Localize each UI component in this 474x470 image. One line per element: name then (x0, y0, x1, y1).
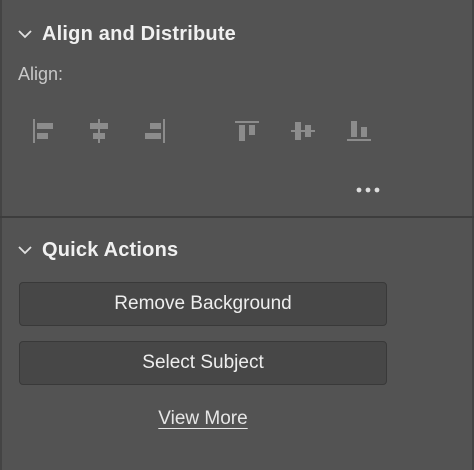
more-options-icon[interactable] (350, 178, 386, 202)
select-subject-button[interactable]: Select Subject (19, 341, 387, 385)
align-right-edges-icon[interactable] (138, 114, 172, 148)
quick-actions-title: Quick Actions (42, 238, 179, 261)
align-distribute-header[interactable]: Align and Distribute (14, 19, 236, 49)
align-top-edges-icon[interactable] (230, 114, 264, 148)
panel-left-border (0, 0, 2, 470)
align-vertical-centers-icon[interactable] (286, 114, 320, 148)
align-label: Align: (18, 64, 64, 84)
view-more-link[interactable]: View More (0, 408, 406, 430)
chevron-down-icon[interactable] (14, 239, 36, 261)
remove-background-button[interactable]: Remove Background (19, 282, 387, 326)
properties-panel: Align and Distribute Align: Quick Action… (0, 0, 474, 470)
align-horizontal-centers-icon[interactable] (82, 114, 116, 148)
align-distribute-title: Align and Distribute (42, 22, 236, 45)
align-bottom-edges-icon[interactable] (342, 114, 376, 148)
quick-actions-header[interactable]: Quick Actions (14, 235, 178, 265)
align-left-edges-icon[interactable] (26, 114, 60, 148)
section-divider (0, 216, 474, 218)
chevron-down-icon[interactable] (14, 23, 36, 45)
